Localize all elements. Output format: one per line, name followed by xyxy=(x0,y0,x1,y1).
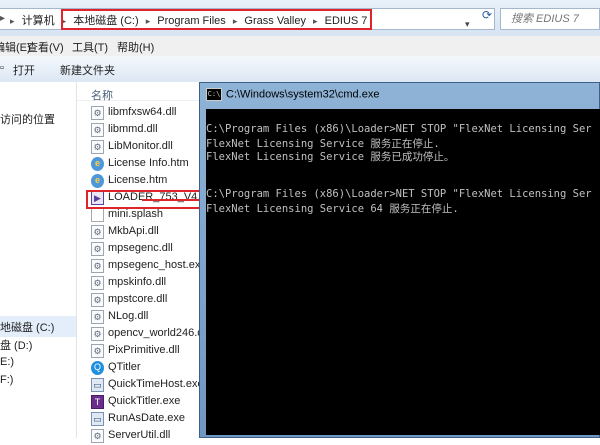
breadcrumb-grass-valley[interactable]: Grass Valley xyxy=(244,15,306,27)
file-name: License.htm xyxy=(108,174,168,186)
breadcrumb-edius-7[interactable]: EDIUS 7 xyxy=(325,15,368,27)
menu-tools[interactable]: 工具(T) xyxy=(72,39,108,55)
file-name: NLog.dll xyxy=(108,310,149,322)
search-box[interactable] xyxy=(500,8,600,30)
nav-drive-d[interactable]: 盘 (D:) xyxy=(0,337,32,353)
doc-file-icon xyxy=(91,208,104,222)
dll-file-icon: ⚙ xyxy=(91,123,104,137)
dll-file-icon: ⚙ xyxy=(91,259,104,273)
exe-file-icon: ▭ xyxy=(91,378,104,392)
new-folder-button[interactable]: 新建文件夹 xyxy=(60,62,115,78)
breadcrumb-computer[interactable]: 计算机 xyxy=(22,15,55,27)
column-header-name[interactable]: 名称 xyxy=(91,87,113,103)
cmd-output-line: C:\Program Files (x86)\Loader>NET STOP "… xyxy=(206,123,592,135)
breadcrumb-local-disk[interactable]: 本地磁盘 (C:) xyxy=(73,15,138,27)
file-name: MkbApi.dll xyxy=(108,225,159,237)
dll-file-icon: ⚙ xyxy=(91,242,104,256)
cmd-icon: C:\ xyxy=(206,88,222,101)
dll-file-icon: ⚙ xyxy=(91,327,104,341)
toolbar: ▫ 打开 新建文件夹 xyxy=(0,56,600,83)
menu-bar: 编辑(E) 查看(V) 工具(T) 帮助(H) xyxy=(0,36,600,57)
chevron-right-icon: ▸ xyxy=(10,16,15,26)
address-dropdown-icon[interactable]: ▾ xyxy=(465,19,470,30)
qtitler-file-icon: T xyxy=(91,395,104,409)
exe-file-icon: ▭ xyxy=(91,412,104,426)
cmd-output-line: FlexNet Licensing Service 64 服务正在停止. xyxy=(206,203,459,215)
file-name: mpsegenc.dll xyxy=(108,242,173,254)
dll-file-icon: ⚙ xyxy=(91,106,104,120)
breadcrumb: ▸ 计算机 ▸ 本地磁盘 (C:) ▸ Program Files ▸ Gras… xyxy=(8,12,369,28)
address-bar[interactable]: ▸ ▸ 计算机 ▸ 本地磁盘 (C:) ▸ Program Files ▸ Gr… xyxy=(0,8,495,30)
file-name: libmfxsw64.dll xyxy=(108,106,177,118)
file-name: libmmd.dll xyxy=(108,123,158,135)
dll-file-icon: ⚙ xyxy=(91,429,104,443)
file-name: mpskinfo.dll xyxy=(108,276,167,288)
dll-file-icon: ⚙ xyxy=(91,225,104,239)
open-button[interactable]: 打开 xyxy=(13,62,35,78)
address-bar-row: ▸ ▸ 计算机 ▸ 本地磁盘 (C:) ▸ Program Files ▸ Gr… xyxy=(0,0,600,36)
file-name: QuickTitler.exe xyxy=(108,395,181,407)
qt-file-icon: Q xyxy=(91,361,104,375)
chevron-right-icon[interactable]: ▸ xyxy=(233,16,238,26)
nav-drive-f[interactable]: F:) xyxy=(0,374,13,386)
cmd-output-line: C:\Program Files (x86)\Loader>NET STOP "… xyxy=(206,188,592,200)
cmd-output-line: FlexNet Licensing Service 服务已成功停止。 xyxy=(206,151,455,163)
ie-file-icon: e xyxy=(91,174,104,188)
file-name: mini.splash xyxy=(108,208,164,220)
open-icon[interactable]: ▫ xyxy=(0,62,4,74)
nav-recent-places[interactable]: 访问的位置 xyxy=(0,111,55,127)
cmd-window[interactable]: C:\ C:\Windows\system32\cmd.exe C:\Progra… xyxy=(199,82,600,438)
ie-file-icon: e xyxy=(91,157,104,171)
navigation-pane: 访问的位置 地磁盘 (C:) 盘 (D:) E:) F:) xyxy=(0,82,77,438)
file-name: RunAsDate.exe xyxy=(108,412,186,424)
dll-file-icon: ⚙ xyxy=(91,310,104,324)
file-name: LibMonitor.dll xyxy=(108,140,173,152)
dll-file-icon: ⚙ xyxy=(91,276,104,290)
menu-help[interactable]: 帮助(H) xyxy=(117,39,154,55)
chevron-right-icon: ▸ xyxy=(0,13,6,24)
file-name: opencv_world246.dll xyxy=(108,327,209,339)
file-name: mpsegenc_host.exe xyxy=(108,259,207,271)
dll-file-icon: ⚙ xyxy=(91,140,104,154)
file-name: ServerUtil.dll xyxy=(108,429,171,441)
dll-file-icon: ⚙ xyxy=(91,344,104,358)
file-name: QTitler xyxy=(108,361,141,373)
search-input[interactable] xyxy=(509,12,600,26)
highlight-connector xyxy=(142,199,202,201)
file-name: mpstcore.dll xyxy=(108,293,168,305)
chevron-right-icon[interactable]: ▸ xyxy=(146,16,151,26)
breadcrumb-program-files[interactable]: Program Files xyxy=(157,15,225,27)
chevron-right-icon[interactable]: ▸ xyxy=(62,16,67,26)
menu-view[interactable]: 查看(V) xyxy=(27,39,64,55)
file-name: PixPrimitive.dll xyxy=(108,344,180,356)
file-name: License Info.htm xyxy=(108,157,189,169)
refresh-icon[interactable]: ⟳ xyxy=(482,8,492,22)
file-name: QuickTimeHost.exe xyxy=(108,378,204,390)
dll-file-icon: ⚙ xyxy=(91,293,104,307)
cmd-titlebar[interactable]: C:\ C:\Windows\system32\cmd.exe xyxy=(206,88,379,104)
nav-drive-e[interactable]: E:) xyxy=(0,356,14,368)
cmd-console[interactable]: C:\Program Files (x86)\Loader>NET STOP "… xyxy=(206,109,600,435)
cmd-title: C:\Windows\system32\cmd.exe xyxy=(226,88,380,101)
chevron-right-icon[interactable]: ▸ xyxy=(313,16,318,26)
nav-drive-c[interactable]: 地磁盘 (C:) xyxy=(0,316,76,337)
